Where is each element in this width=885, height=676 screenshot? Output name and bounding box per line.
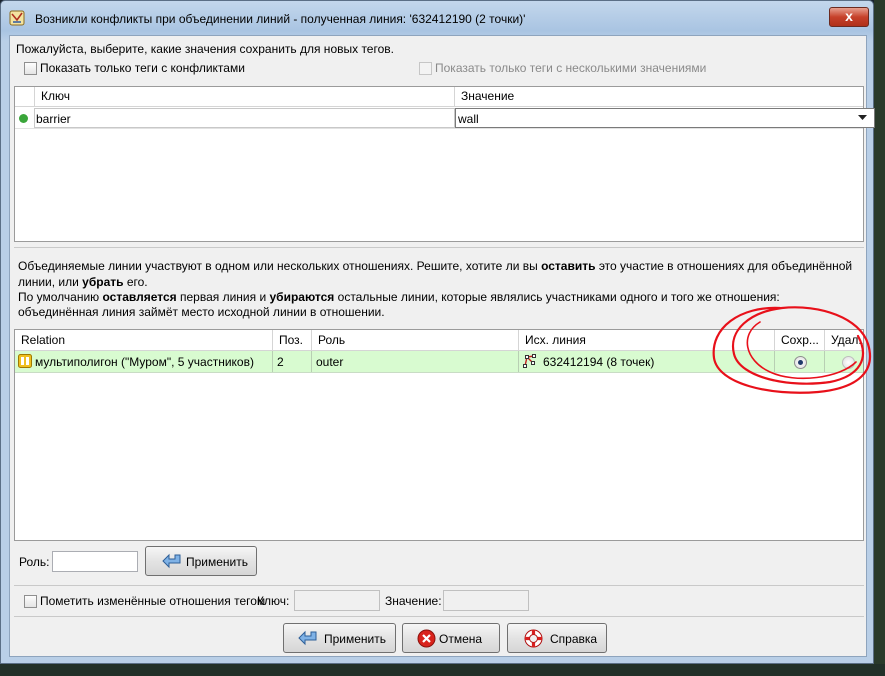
value-column-header[interactable]: Значение: [455, 87, 863, 106]
window-title: Возникли конфликты при объединении линий…: [35, 12, 526, 26]
relations-info-line-1: Объединяемые линии участвуют в одном или…: [18, 259, 853, 273]
cancel-icon: [417, 629, 436, 648]
red-annotation-circle: [712, 306, 872, 394]
lifebuoy-help-icon: [524, 629, 543, 648]
apply-button[interactable]: Применить: [283, 623, 396, 653]
mark-relations-checkbox[interactable]: [24, 595, 37, 608]
help-label: Справка: [550, 632, 598, 646]
relation-column-header[interactable]: Relation: [15, 330, 273, 350]
apply-arrow-icon: [162, 553, 181, 569]
close-button[interactable]: x: [829, 7, 869, 27]
help-button[interactable]: Справка: [507, 623, 607, 653]
tag-table-header: Ключ Значение: [15, 87, 863, 107]
cell-divider: [311, 351, 312, 372]
cancel-label: Отмена: [439, 632, 483, 646]
section-separator: [14, 247, 864, 248]
tag-key-label: Ключ:: [257, 594, 290, 608]
role-input[interactable]: [52, 551, 138, 572]
tag-key-input: [294, 590, 380, 611]
relation-role: outer: [316, 355, 344, 369]
show-multi-values-label: Показать только теги с несколькими значе…: [435, 61, 707, 75]
tag-value-label: Значение:: [385, 594, 442, 608]
show-multi-values-checkbox: [419, 62, 432, 75]
apply-arrow-icon: [298, 630, 317, 646]
buttons-separator: [14, 616, 864, 617]
relations-info-line-2: линии, или убрать его.: [18, 275, 148, 289]
cell-divider: [272, 351, 273, 372]
pos-column-header[interactable]: Поз.: [273, 330, 312, 350]
mark-relations-label[interactable]: Пометить изменённые отношения тегом: [40, 594, 265, 608]
relation-pos: 2: [277, 355, 284, 369]
tag-value-input: [443, 590, 529, 611]
josm-app-icon: [9, 10, 25, 26]
status-dot-icon: [19, 114, 28, 123]
cancel-button[interactable]: Отмена: [402, 623, 500, 653]
cell-divider: [518, 351, 519, 372]
way-icon: [523, 354, 536, 368]
key-column-header[interactable]: Ключ: [35, 87, 455, 106]
chevron-down-icon: [858, 115, 867, 120]
relations-info-line-3: По умолчанию оставляется первая линия и …: [18, 290, 780, 304]
apply-label: Применить: [324, 632, 387, 646]
tags-prompt: Пожалуйста, выберите, какие значения сох…: [16, 42, 394, 56]
tag-key: barrier: [36, 112, 71, 126]
tag-value-combobox[interactable]: wall: [455, 108, 875, 128]
apply-role-button[interactable]: Применить: [145, 546, 257, 576]
tag-table: Ключ Значение barrier wall: [14, 86, 875, 242]
tag-row[interactable]: barrier wall: [15, 108, 875, 129]
relation-name: мультиполигон ("Муром", 5 участников): [35, 355, 254, 369]
tag-status-column-header: [15, 87, 35, 106]
show-conflicts-label[interactable]: Показать только теги с конфликтами: [40, 61, 245, 75]
tag-key-cell: barrier: [34, 108, 455, 128]
apply-role-label: Применить: [186, 555, 249, 569]
show-conflicts-checkbox[interactable]: [24, 62, 37, 75]
source-way: 632412194 (8 точек): [543, 355, 655, 369]
background-map-bottom: [0, 664, 885, 676]
tag-value: wall: [458, 112, 479, 126]
role-label: Роль:: [19, 555, 50, 569]
form-separator: [14, 585, 864, 586]
multipolygon-icon: [18, 354, 32, 368]
title-bar: Возникли конфликты при объединении линий…: [1, 1, 873, 35]
relations-info-line-4: объединённая линия займёт место исходной…: [18, 305, 385, 319]
role-column-header[interactable]: Роль: [312, 330, 519, 350]
